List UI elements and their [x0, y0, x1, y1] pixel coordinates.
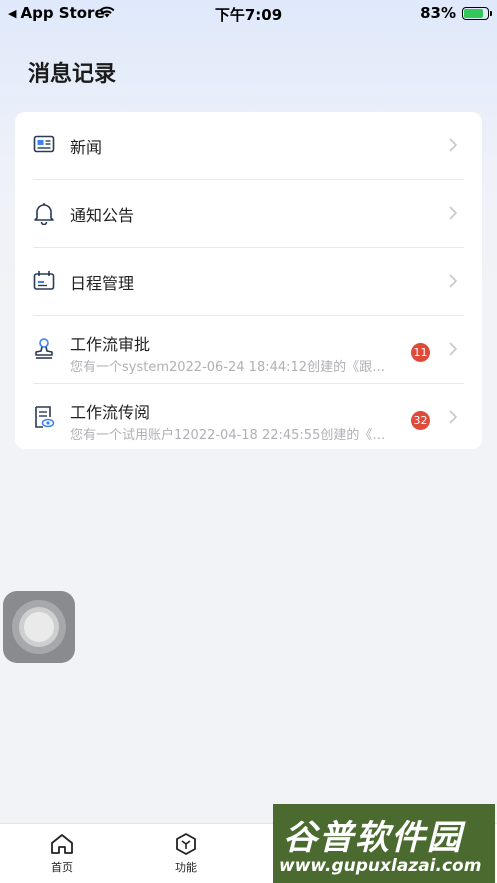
- stamp-icon: [35, 338, 53, 359]
- watermark-logo: 谷普软件园 www.gupuxlazai.com: [273, 804, 495, 883]
- unread-badge: 11: [411, 343, 430, 362]
- status-bar: ◀ App Store 下午7:09 83%: [0, 0, 497, 26]
- list-item-title: 通知公告: [70, 206, 135, 225]
- calendar-icon: [33, 271, 55, 290]
- battery-percent: 83%: [420, 4, 456, 22]
- battery-icon: [462, 6, 492, 20]
- assistive-touch-center: [24, 612, 54, 642]
- list-item-title: 新闻: [70, 138, 103, 157]
- chevron-right-icon: [449, 410, 458, 424]
- list-item-subtitle: 您有一个试用账户12022-04-18 22:45:55创建的《…: [70, 428, 386, 443]
- chevron-right-icon: [449, 206, 458, 220]
- list-item-workflow-circulation[interactable]: 工作流传阅 您有一个试用账户12022-04-18 22:45:55创建的《… …: [33, 384, 464, 452]
- page-title: 消息记录: [28, 62, 117, 87]
- unread-badge: 32: [411, 411, 430, 430]
- tab-home[interactable]: 首页: [32, 832, 92, 875]
- list-item-notice[interactable]: 通知公告: [33, 180, 464, 248]
- chevron-right-icon: [449, 342, 458, 356]
- watermark-title: 谷普软件园: [283, 818, 463, 858]
- battery-level: [464, 8, 484, 18]
- chevron-right-icon: [449, 274, 458, 288]
- list-item-schedule[interactable]: 日程管理: [33, 248, 464, 316]
- list-item-title: 工作流传阅: [70, 403, 151, 422]
- news-icon: [33, 135, 55, 153]
- tab-label: 功能: [175, 861, 197, 874]
- tab-features[interactable]: 功能: [156, 832, 216, 875]
- assistive-touch-button[interactable]: [3, 591, 75, 663]
- message-list: 新闻 通知公告 日程管理 工作流审批 您有一个system2022-06-24 …: [15, 112, 482, 449]
- list-item-title: 工作流审批: [70, 335, 151, 354]
- document-view-icon: [35, 406, 55, 428]
- list-item-news[interactable]: 新闻: [33, 112, 464, 180]
- tab-label: 首页: [51, 861, 73, 874]
- chevron-right-icon: [449, 138, 458, 152]
- watermark-url: www.gupuxlazai.com: [279, 856, 482, 876]
- bell-icon: [34, 203, 54, 225]
- list-item-title: 日程管理: [70, 274, 135, 293]
- list-item-subtitle: 您有一个system2022-06-24 18:44:12创建的《跟…: [70, 360, 386, 375]
- cube-icon: [176, 833, 196, 855]
- list-item-workflow-approval[interactable]: 工作流审批 您有一个system2022-06-24 18:44:12创建的《跟…: [33, 316, 464, 384]
- home-icon: [51, 834, 73, 854]
